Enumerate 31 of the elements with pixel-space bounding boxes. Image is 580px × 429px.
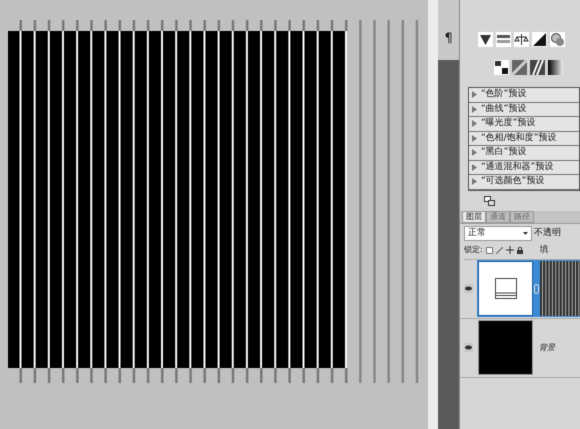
paragraph-panel-button[interactable]: ¶ — [444, 30, 453, 46]
dropdown-caret-icon — [523, 232, 528, 235]
layer-name: 背景 — [539, 342, 555, 354]
lock-label: 锁定: — [464, 246, 483, 254]
adjustment-layer-icon — [494, 278, 516, 299]
panel-tab[interactable]: 图层 — [462, 210, 486, 222]
eye-icon[interactable] — [464, 284, 473, 293]
canvas-scrollbar[interactable] — [428, 0, 438, 429]
move-icon[interactable] — [506, 246, 514, 254]
preset-item[interactable]: “可选颜色”预设 — [469, 175, 579, 190]
lock-icon[interactable] — [516, 246, 523, 254]
layer-row[interactable] — [460, 260, 580, 318]
opacity-label: 不透明 — [534, 229, 561, 238]
preset-item[interactable]: “曝光度”预设 — [469, 117, 579, 132]
preset-item[interactable]: “黑白”预设 — [469, 146, 579, 160]
preset-item[interactable]: “曲线”预设 — [469, 102, 579, 117]
link-icon[interactable] — [534, 284, 539, 294]
brush-icon[interactable] — [496, 246, 503, 254]
fill-label: 填 — [540, 246, 549, 254]
diagonal-split-icon[interactable] — [532, 32, 547, 47]
balance-scale-icon[interactable] — [514, 32, 529, 47]
gradient-map-icon[interactable] — [548, 60, 563, 75]
layer-row[interactable]: 背景 — [460, 318, 580, 378]
lock-transparency-icon[interactable] — [486, 246, 493, 254]
eye-icon[interactable] — [464, 343, 473, 352]
layers-icon[interactable] — [484, 196, 495, 206]
layer-thumbnail — [478, 320, 533, 375]
preset-item[interactable]: “色相/饱和度”预设 — [469, 132, 579, 146]
preset-item[interactable]: “通道混和器”预设 — [469, 160, 579, 175]
preset-item[interactable]: “色阶”预设 — [469, 88, 579, 102]
blend-mode-dropdown[interactable]: 正常 — [464, 226, 532, 241]
